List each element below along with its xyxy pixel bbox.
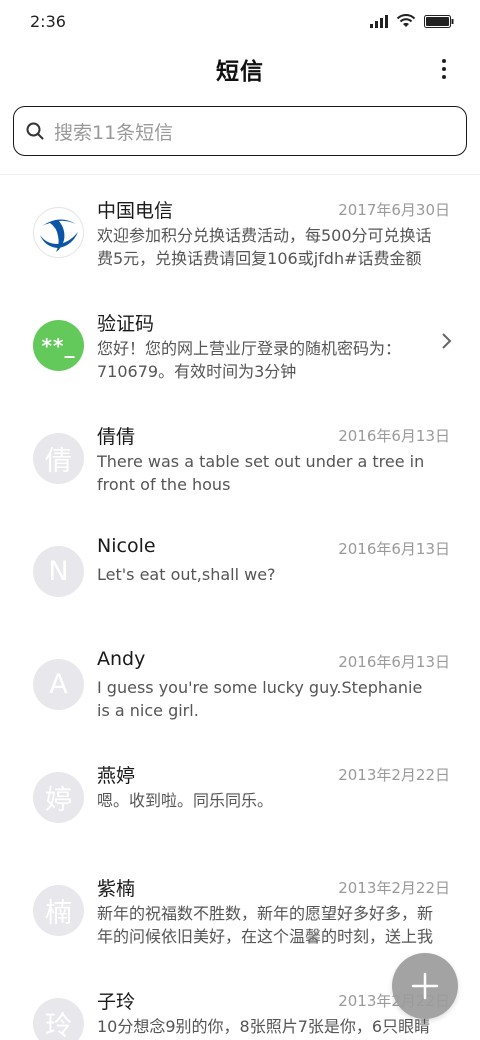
status-bar: 2:36 bbox=[0, 0, 480, 42]
message-date: 2017年6月30日 bbox=[338, 201, 450, 219]
message-preview: Let's eat out,shall we? bbox=[97, 565, 276, 584]
message-item[interactable]: 楠 紫楠 2013年2月22日 新年的祝福数不胜数，新年的愿望好多好多，新年的问… bbox=[0, 854, 480, 967]
plus-icon bbox=[411, 972, 439, 1000]
message-item[interactable]: 倩 倩倩 2016年6月13日 There was a table set ou… bbox=[0, 402, 480, 515]
contact-name: 子玲 bbox=[97, 991, 136, 1013]
avatar: 楠 bbox=[33, 885, 84, 936]
avatar: A bbox=[33, 659, 84, 710]
message-preview: 10分想念9别的你，8张照片7张是你，6只眼睛只像你，4根骨头3根归你，2爪着地… bbox=[97, 1017, 431, 1036]
message-date: 2013年2月22日 bbox=[338, 766, 450, 784]
message-item[interactable]: A Andy 2016年6月13日 I guess you're some lu… bbox=[0, 628, 480, 741]
message-date: 2016年6月13日 bbox=[338, 427, 450, 445]
search-placeholder: 搜索11条短信 bbox=[54, 121, 174, 144]
wifi-icon bbox=[396, 14, 416, 27]
message-item[interactable]: 中国电信 2017年6月30日 欢迎参加积分兑换话费活动，每500分可兑换话费5… bbox=[0, 176, 480, 289]
avatar: 倩 bbox=[33, 433, 84, 484]
avatar: 玲 bbox=[33, 998, 84, 1040]
contact-name: 紫楠 bbox=[97, 878, 136, 900]
verification-code-avatar: **_ bbox=[33, 320, 84, 371]
new-message-button[interactable] bbox=[392, 953, 458, 1019]
battery-icon bbox=[424, 14, 454, 28]
china-telecom-logo-icon bbox=[33, 207, 84, 258]
chevron-right-icon[interactable] bbox=[440, 332, 452, 350]
search-icon bbox=[26, 122, 44, 140]
divider bbox=[0, 174, 480, 175]
contact-name: 验证码 bbox=[97, 313, 155, 335]
message-item[interactable]: 婷 燕婷 2013年2月22日 嗯。收到啦。同乐同乐。 bbox=[0, 741, 480, 854]
more-vertical-icon[interactable] bbox=[434, 56, 454, 82]
contact-name: Andy bbox=[97, 648, 146, 670]
signal-icon bbox=[370, 14, 388, 28]
message-date: 2013年2月22日 bbox=[338, 879, 450, 897]
status-icons bbox=[370, 14, 454, 28]
search-input[interactable]: 搜索11条短信 bbox=[13, 106, 467, 156]
contact-name: 燕婷 bbox=[97, 765, 136, 787]
message-preview: 您好！您的网上营业厅登录的随机密码为：710679。有效时间为3分钟 bbox=[97, 339, 402, 381]
contact-name: 倩倩 bbox=[97, 426, 136, 448]
message-preview: 欢迎参加积分兑换话费活动，每500分可兑换话费5元，兑换话费请回复106或jfd… bbox=[97, 226, 432, 268]
message-preview: There was a table set out under a tree i… bbox=[97, 452, 425, 494]
avatar: 婷 bbox=[33, 772, 84, 823]
status-time: 2:36 bbox=[30, 11, 66, 31]
message-date: 2016年6月13日 bbox=[338, 540, 450, 558]
avatar: N bbox=[33, 546, 84, 597]
message-list: 中国电信 2017年6月30日 欢迎参加积分兑换话费活动，每500分可兑换话费5… bbox=[0, 176, 480, 1040]
contact-name: 中国电信 bbox=[97, 200, 174, 222]
contact-name: Nicole bbox=[97, 535, 156, 557]
message-preview: 嗯。收到啦。同乐同乐。 bbox=[97, 791, 274, 810]
message-preview: I guess you're some lucky guy.Stephanie … bbox=[97, 678, 423, 720]
page-title: 短信 bbox=[216, 59, 264, 85]
message-preview: 新年的祝福数不胜数，新年的愿望好多好多，新年的问候依旧美好，在这个温馨的时刻，送… bbox=[97, 904, 434, 946]
message-date: 2016年6月13日 bbox=[338, 653, 450, 671]
message-item[interactable]: N Nicole 2016年6月13日 Let's eat out,shall … bbox=[0, 515, 480, 628]
header: 短信 bbox=[0, 42, 480, 96]
message-item[interactable]: **_ 验证码 您好！您的网上营业厅登录的随机密码为：710679。有效时间为3… bbox=[0, 289, 480, 402]
